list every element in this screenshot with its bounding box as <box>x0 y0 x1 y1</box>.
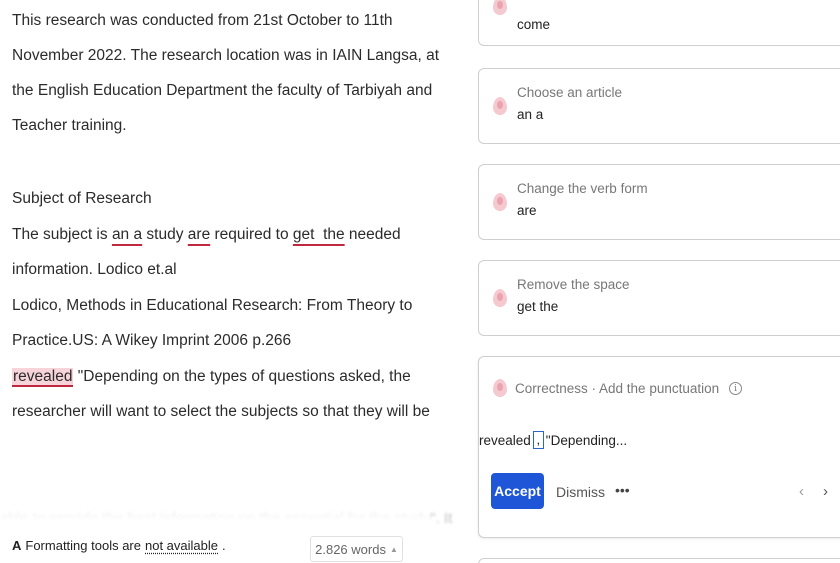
text-span: required to <box>210 226 293 243</box>
inserted-comma: , <box>532 431 544 449</box>
section-heading: Subject of Research <box>12 190 152 207</box>
suggestion-card-next[interactable] <box>478 558 840 563</box>
formatting-icon: A <box>12 538 22 553</box>
subject-line: The subject is an a study are required t… <box>12 226 401 244</box>
suggestion-value: are <box>517 203 537 218</box>
text-span: The subject is <box>12 226 112 243</box>
suggestion-value: come <box>517 17 551 32</box>
alert-dot-icon <box>493 193 507 211</box>
error-an-a[interactable]: an a <box>112 226 142 243</box>
error-revealed[interactable]: revealed <box>12 368 74 387</box>
more-options-icon[interactable]: ••• <box>615 482 630 498</box>
suggestion-title: Change the verb form <box>517 181 648 196</box>
error-are[interactable]: are <box>188 226 210 243</box>
suggestion-title: Remove the space <box>517 277 630 292</box>
previous-suggestion-icon[interactable]: ‹ <box>799 483 804 500</box>
paragraph-line: the English Education Department the fac… <box>12 82 433 99</box>
caret-up-icon: ▲ <box>389 544 398 554</box>
paragraph-line: Lodico, Methods in Educational Research:… <box>12 297 413 314</box>
preview-before: revealed <box>479 432 531 448</box>
suggestion-preview: revealed, "Depending... <box>479 431 627 449</box>
paragraph-line: Teacher training. <box>12 117 127 134</box>
formatting-notice: A Formatting tools are not available. <box>12 538 226 553</box>
suggestion-card-space[interactable]: Remove the space get the <box>478 260 840 336</box>
error-get-the[interactable]: get the <box>293 226 345 243</box>
quote-line: revealed "Depending on the types of ques… <box>12 368 411 387</box>
dismiss-button[interactable]: Dismiss <box>556 484 605 500</box>
text-span: needed <box>344 226 401 243</box>
suggestion-value: an a <box>517 107 544 122</box>
alert-dot-icon <box>493 379 507 397</box>
preview-after: "Depending... <box>545 432 628 448</box>
paragraph-line: information. Lodico et.al <box>12 261 177 278</box>
word-count-button[interactable]: 2.826 words ▲ <box>310 536 403 562</box>
suggestion-value: get the <box>517 299 559 314</box>
suggestion-card-verb-form[interactable]: Change the verb form are <box>478 164 840 240</box>
suggestion-header: Correctness · Add the punctuation i <box>515 381 743 396</box>
paragraph-line: This research was conducted from 21st Oc… <box>12 12 393 29</box>
info-icon[interactable]: i <box>729 382 743 395</box>
paragraph-line: researcher will want to select the subje… <box>12 403 430 420</box>
alert-dot-icon <box>493 0 507 15</box>
text-span: study <box>142 226 188 243</box>
notice-prefix: Formatting tools are <box>25 538 141 553</box>
word-count: 2.826 words <box>315 541 386 557</box>
not-available-link[interactable]: not available <box>145 538 218 553</box>
text-span: "Depending on the types of questions ask… <box>73 368 411 385</box>
suggestion-card-article[interactable]: Choose an article an a <box>478 68 840 144</box>
suggestion-card-come[interactable]: come <box>478 0 840 46</box>
alert-dot-icon <box>493 289 507 307</box>
suggestion-title: Choose an article <box>517 85 623 100</box>
suggestion-card-punctuation: Correctness · Add the punctuation i reve… <box>478 356 840 538</box>
accept-button[interactable]: Accept <box>491 473 544 509</box>
suggestion-category: Correctness · Add the punctuation <box>515 381 720 396</box>
scroll-fade <box>0 500 430 530</box>
paragraph-line: November 2022. The research location was… <box>12 47 440 64</box>
paragraph-line: Practice.US: A Wikey Imprint 2006 p.266 <box>12 332 292 349</box>
alert-dot-icon <box>493 97 507 115</box>
next-suggestion-icon[interactable]: › <box>823 483 828 500</box>
notice-suffix: . <box>222 538 226 553</box>
